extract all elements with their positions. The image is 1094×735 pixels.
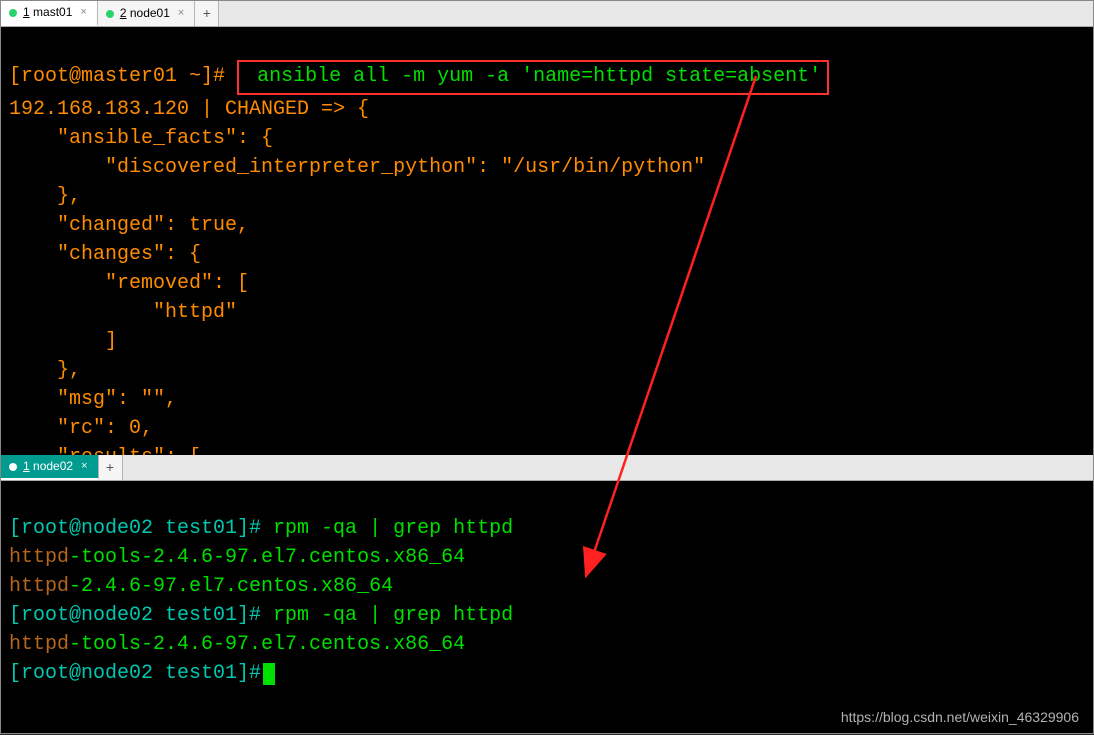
close-icon[interactable]: × [79,459,89,475]
status-dot-icon [106,10,114,18]
terminal-output: "rc": 0, [9,417,153,440]
terminal-output: ] [9,330,117,353]
terminal-output: "ansible_facts": { [9,127,273,150]
add-tab-button[interactable]: + [99,455,123,480]
close-icon[interactable]: × [78,5,88,21]
grep-match: httpd [9,575,69,598]
tab-label: 2 node01 [120,5,170,22]
watermark: https://blog.csdn.net/weixin_46329906 [841,707,1079,727]
terminal-top[interactable]: [root@master01 ~]# ansible all -m yum -a… [1,27,1093,455]
terminal-output: "discovered_interpreter_python": "/usr/b… [9,156,705,179]
bottom-tabbar: 1 node02 × + [1,455,1093,481]
terminal-output: "removed": [ [9,272,249,295]
terminal-command: ansible all -m yum -a 'name=httpd state=… [245,65,821,88]
tab-mast01[interactable]: 1 mast01 × [1,1,98,26]
grep-match: httpd [9,546,69,569]
terminal-output: 192.168.183.120 | CHANGED => { [9,98,369,121]
add-tab-button[interactable]: + [195,1,219,26]
grep-match: httpd [9,633,69,656]
cursor-icon [263,663,275,685]
terminal-output: "httpd" [9,301,237,324]
terminal-output: "msg": "", [9,388,177,411]
shell-prompt: [root@master01 ~]# [9,65,225,88]
top-tabbar: 1 mast01 × 2 node01 × + [1,1,1093,27]
status-dot-icon [9,9,17,17]
tab-label: 1 node02 [23,458,73,475]
tab-label: 1 mast01 [23,4,72,21]
terminal-output: -2.4.6-97.el7.centos.x86_64 [69,575,393,598]
terminal-output: "changed": true, [9,214,249,237]
tab-node01[interactable]: 2 node01 × [98,1,196,26]
command-highlight-box: ansible all -m yum -a 'name=httpd state=… [237,60,829,95]
shell-prompt: [root@node02 test01]# [9,604,261,627]
terminal-output: }, [9,359,81,382]
terminal-output: "changes": { [9,243,201,266]
shell-prompt: [root@node02 test01]# [9,517,261,540]
terminal-output: }, [9,185,81,208]
terminal-output: "results": [ [9,446,201,455]
tab-node02[interactable]: 1 node02 × [1,455,99,480]
shell-prompt: [root@node02 test01]# [9,662,261,685]
terminal-command: rpm -qa | grep httpd [261,517,513,540]
status-dot-icon [9,463,17,471]
terminal-output: -tools-2.4.6-97.el7.centos.x86_64 [69,546,465,569]
terminal-output: -tools-2.4.6-97.el7.centos.x86_64 [69,633,465,656]
terminal-command: rpm -qa | grep httpd [261,604,513,627]
terminal-bottom[interactable]: [root@node02 test01]# rpm -qa | grep htt… [1,481,1093,733]
close-icon[interactable]: × [176,6,186,22]
